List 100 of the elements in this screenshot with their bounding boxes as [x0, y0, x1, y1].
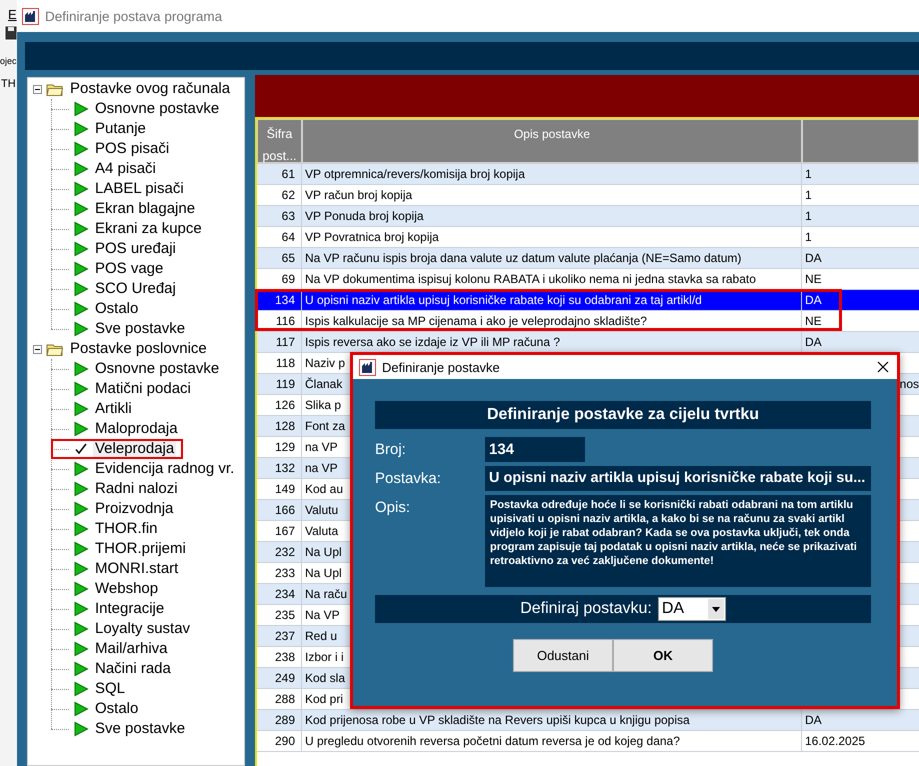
- triangle-icon: [73, 161, 89, 177]
- tree-item[interactable]: Ostalo: [93, 700, 140, 718]
- tree-item[interactable]: Webshop: [93, 580, 160, 598]
- tree-item[interactable]: Maloprodaja: [93, 420, 180, 438]
- table-row[interactable]: 62 VP račun broj kopija 1: [257, 185, 919, 206]
- table-cell: 128: [257, 416, 302, 436]
- triangle-icon: [73, 461, 89, 477]
- triangle-icon: [73, 581, 89, 597]
- label-fragment: ojec: [0, 56, 17, 66]
- table-row[interactable]: 117 Ispis reversa ako se izdaje iz VP ili MP računa ? DA: [257, 332, 919, 353]
- table-cell: 290: [257, 731, 302, 751]
- table-row[interactable]: 63 VP Ponuda broj kopija 1: [257, 206, 919, 227]
- table-cell: DA: [805, 713, 822, 727]
- table-cell: 289: [257, 710, 302, 730]
- triangle-icon: [73, 301, 89, 317]
- tree-item[interactable]: Radni nalozi: [93, 480, 180, 498]
- table-cell: 62: [257, 185, 302, 205]
- value-dropdown[interactable]: DA: [658, 597, 726, 621]
- tree-item[interactable]: Načini rada: [93, 660, 173, 678]
- table-cell: 117: [257, 332, 302, 352]
- table-cell: 1: [805, 167, 812, 181]
- table-cell: Kod prijenosa robe u VP skladište na Revers upiši kupca u knjigu popisa: [302, 710, 802, 730]
- app-icon: [359, 358, 376, 376]
- table-cell: 134: [257, 290, 302, 310]
- table-row[interactable]: 64 VP Povratnica broj kopija 1: [257, 227, 919, 248]
- tree-item[interactable]: Ekran blagajne: [93, 200, 198, 218]
- tree-item[interactable]: LABEL pisači: [93, 180, 186, 198]
- tree-item[interactable]: MONRI.start: [93, 560, 180, 578]
- tree-item[interactable]: Artikli: [93, 400, 134, 418]
- tree-item[interactable]: Sve postavke: [93, 720, 188, 738]
- table-cell: nos: [900, 377, 919, 391]
- check-icon: [74, 443, 88, 455]
- tree-item[interactable]: Ekrani za kupce: [93, 220, 204, 238]
- tree-item[interactable]: Osnovne postavke: [93, 360, 222, 378]
- table-cell: 61: [257, 164, 302, 184]
- column-header[interactable]: Opis postavke: [302, 119, 802, 163]
- collapse-icon[interactable]: [33, 344, 42, 354]
- tree-item[interactable]: Evidencija radnog vr.: [93, 460, 236, 478]
- value-field[interactable]: U opisni naziv artikla upisuj korisničke rabate koji su...: [485, 466, 871, 491]
- table-cell: 166: [257, 500, 302, 520]
- tree-item[interactable]: Osnovne postavke: [93, 100, 222, 118]
- tree-item[interactable]: SCO Uređaj: [93, 280, 178, 298]
- description-field[interactable]: Postavka određuje hoće li se korisnički rabati odabrani na tom artiklu upisivati u opisni naziv artikla, a kako bi se na računu za svaki artikl vidjelo koji je rabat odabran? Kada se ova postavka uključi, tek onda program zapisuje taj podatak u opisni naziv artikla, neće se prikazivati retroaktivno za već zaključene dokumente!: [485, 495, 871, 587]
- triangle-icon: [73, 201, 89, 217]
- table-cell: U pregledu otvorenih reversa početni datum reversa je od kojeg dana?: [302, 731, 802, 751]
- collapse-icon[interactable]: [33, 84, 42, 94]
- tree-item[interactable]: Ostalo: [93, 300, 140, 318]
- triangle-icon: [73, 521, 89, 537]
- triangle-icon: [73, 541, 89, 557]
- tree-group[interactable]: Postavke poslovnice: [68, 340, 209, 358]
- tree-item[interactable]: POS vage: [93, 260, 166, 278]
- close-icon[interactable]: [877, 361, 889, 373]
- table-row[interactable]: 61 VP otpremnica/revers/komisija broj kopija 1: [257, 164, 919, 185]
- table-cell: NE: [805, 314, 822, 328]
- tree-item[interactable]: Integracije: [93, 600, 166, 618]
- triangle-icon: [73, 701, 89, 717]
- column-header[interactable]: Šifra post...: [257, 119, 302, 163]
- triangle-icon: [73, 221, 89, 237]
- dialog-heading: Definiranje postavke za cijelu tvrtku: [375, 401, 871, 429]
- triangle-icon: [73, 421, 89, 437]
- table-cell: 1: [805, 188, 812, 202]
- table-row[interactable]: 290 U pregledu otvorenih reversa početni datum reversa je od kojeg dana? 16.02.2025: [257, 731, 919, 752]
- table-row[interactable]: 289 Kod prijenosa robe u VP skladište na Revers upiši kupca u knjigu popisa DA: [257, 710, 919, 731]
- tree-item[interactable]: SQL: [93, 680, 128, 698]
- folder-icon: [46, 342, 64, 356]
- triangle-icon: [73, 641, 89, 657]
- tree-item[interactable]: THOR.fin: [93, 520, 160, 538]
- tree-item[interactable]: Mail/arhiva: [93, 640, 170, 658]
- table-cell: 132: [257, 458, 302, 478]
- table-cell: 249: [257, 668, 302, 688]
- tree-item[interactable]: A4 pisači: [93, 160, 158, 178]
- triangle-icon: [73, 681, 89, 697]
- field-label: Opis:: [375, 498, 412, 518]
- table-row[interactable]: 65 Na VP računu ispis broja dana valute uz datum valute plaćanja (NE=Samo datum) DA: [257, 248, 919, 269]
- triangle-icon: [73, 181, 89, 197]
- tree-item[interactable]: Matični podaci: [93, 380, 193, 398]
- table-row[interactable]: 134 U opisni naziv artikla upisuj korisničke rabate koji su odabrani za taj artikl/d DA: [257, 290, 919, 311]
- triangle-icon: [73, 481, 89, 497]
- menu-label[interactable]: E: [8, 7, 17, 22]
- field-label: Broj:: [375, 440, 407, 460]
- tree-item[interactable]: POS uređaji: [93, 240, 178, 258]
- value-field[interactable]: 134: [485, 437, 585, 462]
- triangle-icon: [73, 601, 89, 617]
- column-header[interactable]: [802, 119, 919, 163]
- tree-item[interactable]: Sve postavke: [93, 320, 188, 338]
- triangle-icon: [73, 401, 89, 417]
- triangle-icon: [73, 281, 89, 297]
- tree-item[interactable]: Loyalty sustav: [93, 620, 192, 638]
- tree-group[interactable]: Postavke ovog računala: [68, 80, 232, 98]
- dropdown-arrow-icon: [712, 606, 720, 612]
- dialog-button[interactable]: OK: [613, 639, 713, 672]
- table-cell: DA: [805, 251, 822, 265]
- tree-item[interactable]: THOR.prijemi: [93, 540, 188, 558]
- tree-item[interactable]: Putanje: [93, 120, 148, 138]
- table-cell: Ispis kalkulacije sa MP cijenama i ako je veleprodajno skladište?: [302, 311, 802, 331]
- tree-item[interactable]: Proizvodnja: [93, 500, 176, 518]
- triangle-icon: [73, 101, 89, 117]
- dialog-button[interactable]: Odustani: [513, 639, 613, 672]
- tree-item[interactable]: POS pisači: [93, 140, 172, 158]
- save-icon[interactable]: [5, 26, 17, 40]
